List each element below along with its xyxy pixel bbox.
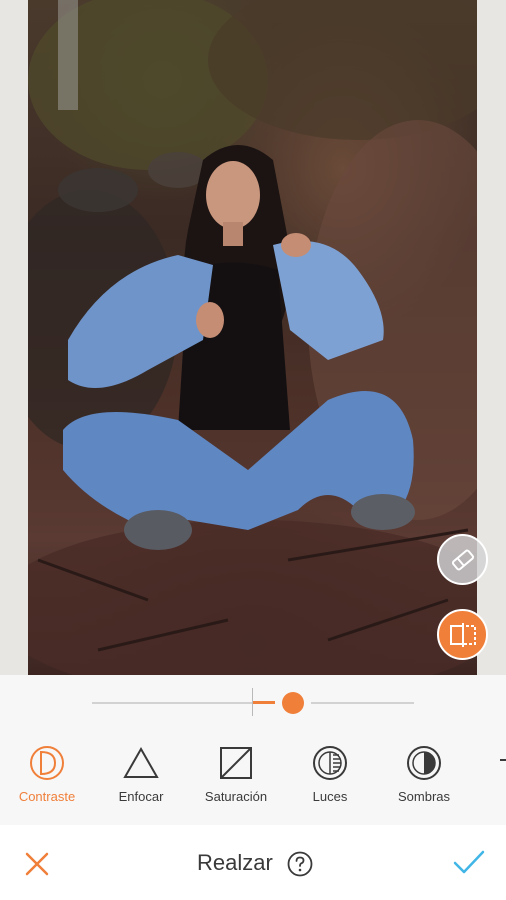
slider-knob[interactable] xyxy=(282,692,304,714)
bottom-bar: Realzar xyxy=(0,825,506,900)
help-icon[interactable] xyxy=(287,851,313,877)
highlights-icon xyxy=(313,746,347,780)
eraser-button[interactable] xyxy=(437,534,488,585)
tool-contraste[interactable]: Contraste xyxy=(2,745,92,804)
photo-illustration xyxy=(28,0,477,675)
photo-canvas[interactable] xyxy=(0,0,506,675)
tool-label: Luces xyxy=(312,789,348,804)
close-icon[interactable] xyxy=(23,850,51,878)
tools-row: Contraste Enfocar Saturación Luces Sombr… xyxy=(0,745,506,825)
photo[interactable] xyxy=(28,0,477,675)
tool-saturacion[interactable]: Saturación xyxy=(191,745,281,804)
compare-button[interactable] xyxy=(437,609,488,660)
tool-label: Saturación xyxy=(204,789,268,804)
tool-label: Sombras xyxy=(397,789,451,804)
screen-title: Realzar xyxy=(197,850,273,875)
adjust-panel: Contraste Enfocar Saturación Luces Sombr… xyxy=(0,675,506,825)
next-tool-partial[interactable] xyxy=(500,759,506,761)
tool-enfocar[interactable]: Enfocar xyxy=(96,745,186,804)
contrast-icon xyxy=(30,746,64,780)
compare-icon xyxy=(449,622,476,647)
saturation-icon xyxy=(220,747,252,779)
intensity-slider[interactable] xyxy=(0,675,506,731)
eraser-icon xyxy=(451,549,474,570)
slider-fill xyxy=(253,701,275,704)
triangle-sharpen-icon xyxy=(123,746,159,778)
tool-label: Enfocar xyxy=(118,789,164,804)
shadows-icon xyxy=(407,746,441,780)
tool-sombras[interactable]: Sombras xyxy=(379,745,469,804)
checkmark-icon[interactable] xyxy=(452,849,486,877)
tool-luces[interactable]: Luces xyxy=(285,745,375,804)
tool-label: Contraste xyxy=(18,789,76,804)
